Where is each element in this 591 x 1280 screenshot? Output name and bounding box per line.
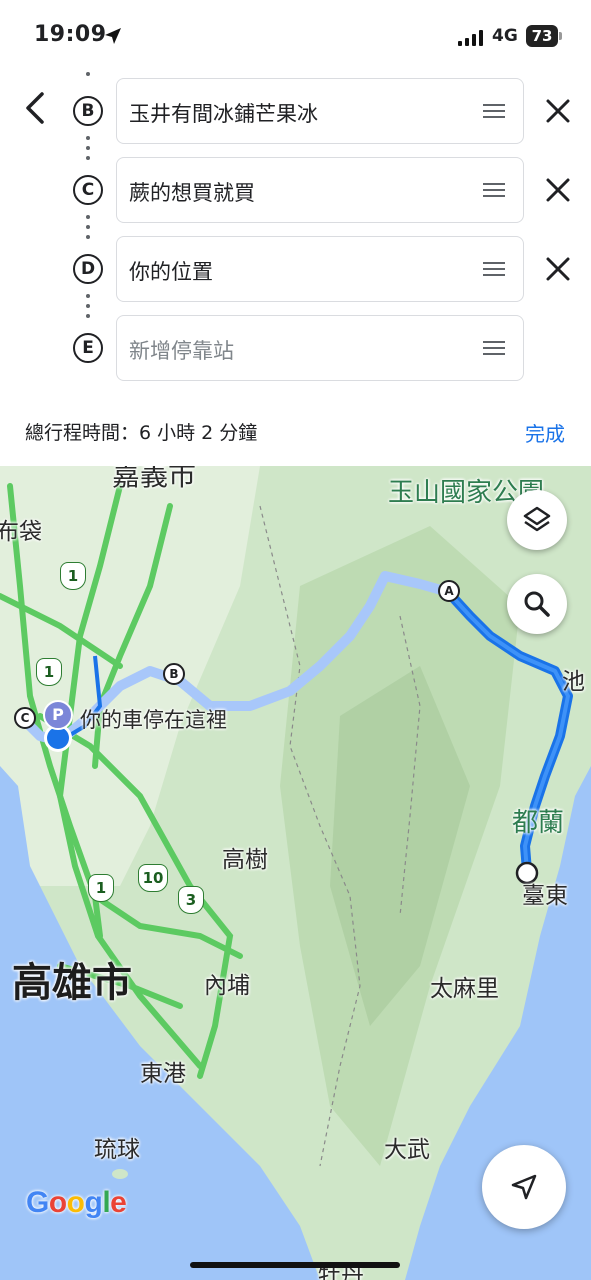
map-view[interactable]: 嘉義市 布袋 玉山國家公園 池 都蘭 臺東 高樹 高雄市 內埔 太麻里 東港 琉…	[0, 466, 591, 1280]
drag-handle-icon[interactable]	[483, 183, 505, 197]
map-label-neipu: 內埔	[204, 973, 250, 999]
search-icon	[524, 591, 550, 617]
network-type: 4G	[492, 26, 518, 46]
drag-handle-icon[interactable]	[483, 262, 505, 276]
map-label-liuqiu: 琉球	[94, 1137, 140, 1163]
battery-level: 73	[526, 25, 558, 47]
drag-handle-icon[interactable]	[483, 104, 505, 118]
map-label-taimali: 太麻里	[430, 976, 499, 1002]
parked-car-label: 你的車停在這裡	[80, 708, 227, 732]
route-connector	[86, 136, 90, 166]
waypoint-marker-d: D	[73, 254, 103, 284]
done-button[interactable]: 完成	[525, 418, 565, 447]
map-label-donggang: 東港	[140, 1061, 186, 1087]
road-shield: 1	[60, 562, 86, 590]
status-bar: 19:09 4G 73	[0, 0, 591, 70]
map-label-chi: 池	[562, 669, 585, 695]
route-connector	[86, 294, 90, 324]
cellular-signal-icon	[458, 30, 483, 46]
waypoint-marker-e: E	[73, 333, 103, 363]
waypoint-marker-b: B	[73, 96, 103, 126]
map-marker-a[interactable]: A	[438, 580, 460, 602]
google-logo: Google	[26, 1186, 127, 1219]
remove-waypoint-b-icon[interactable]	[544, 97, 572, 125]
directions-panel: B 玉井有間冰鋪芒果冰 C 蕨的想買就買 D 你的位置 E 新增停靠站 總行程時…	[0, 70, 591, 466]
map-label-taitung: 臺東	[522, 883, 568, 909]
drag-handle-icon[interactable]	[483, 341, 505, 355]
route-connector	[86, 72, 90, 82]
map-label-dawu: 大武	[384, 1137, 430, 1163]
waypoint-field-c[interactable]: 蕨的想買就買	[116, 157, 524, 223]
road-shield: 10	[138, 864, 168, 892]
location-arrow-icon	[105, 28, 121, 44]
home-indicator[interactable]	[190, 1262, 400, 1268]
route-connector	[86, 215, 90, 245]
remove-waypoint-c-icon[interactable]	[544, 176, 572, 204]
map-label-chiayi: 嘉義市	[112, 466, 197, 492]
layers-icon	[523, 506, 551, 532]
layers-button[interactable]	[507, 490, 567, 550]
waypoint-text: 玉井有間冰鋪芒果冰	[129, 102, 318, 126]
navigation-arrow-icon	[511, 1174, 537, 1200]
remove-waypoint-d-icon[interactable]	[544, 255, 572, 283]
battery-icon: 73	[526, 25, 562, 47]
road-shield: 1	[36, 658, 62, 686]
waypoint-field-b[interactable]: 玉井有間冰鋪芒果冰	[116, 78, 524, 144]
map-label-kaohsiung: 高雄市	[12, 960, 132, 1006]
back-arrow-icon[interactable]	[18, 88, 52, 128]
status-time: 19:09	[34, 22, 107, 47]
map-label-dulan: 都蘭	[512, 808, 565, 838]
map-label-gaoshu: 高樹	[222, 847, 268, 873]
search-along-route-button[interactable]	[507, 574, 567, 634]
start-navigation-button[interactable]	[482, 1145, 566, 1229]
parking-badge[interactable]: P	[43, 700, 73, 730]
map-label-budai: 布袋	[0, 519, 42, 545]
map-marker-c[interactable]: C	[14, 707, 36, 729]
waypoint-marker-c: C	[73, 175, 103, 205]
add-stop-field[interactable]: 新增停靠站	[116, 315, 524, 381]
road-shield: 1	[88, 874, 114, 902]
total-trip-time: 總行程時間：6 小時 2 分鐘	[25, 422, 258, 444]
waypoint-field-d[interactable]: 你的位置	[116, 236, 524, 302]
add-stop-placeholder: 新增停靠站	[129, 339, 234, 363]
map-label-bottom: 牡丹	[318, 1263, 364, 1280]
waypoint-text: 蕨的想買就買	[129, 181, 255, 205]
waypoint-text: 你的位置	[129, 260, 213, 284]
road-shield: 3	[178, 886, 204, 914]
map-marker-b[interactable]: B	[163, 663, 185, 685]
